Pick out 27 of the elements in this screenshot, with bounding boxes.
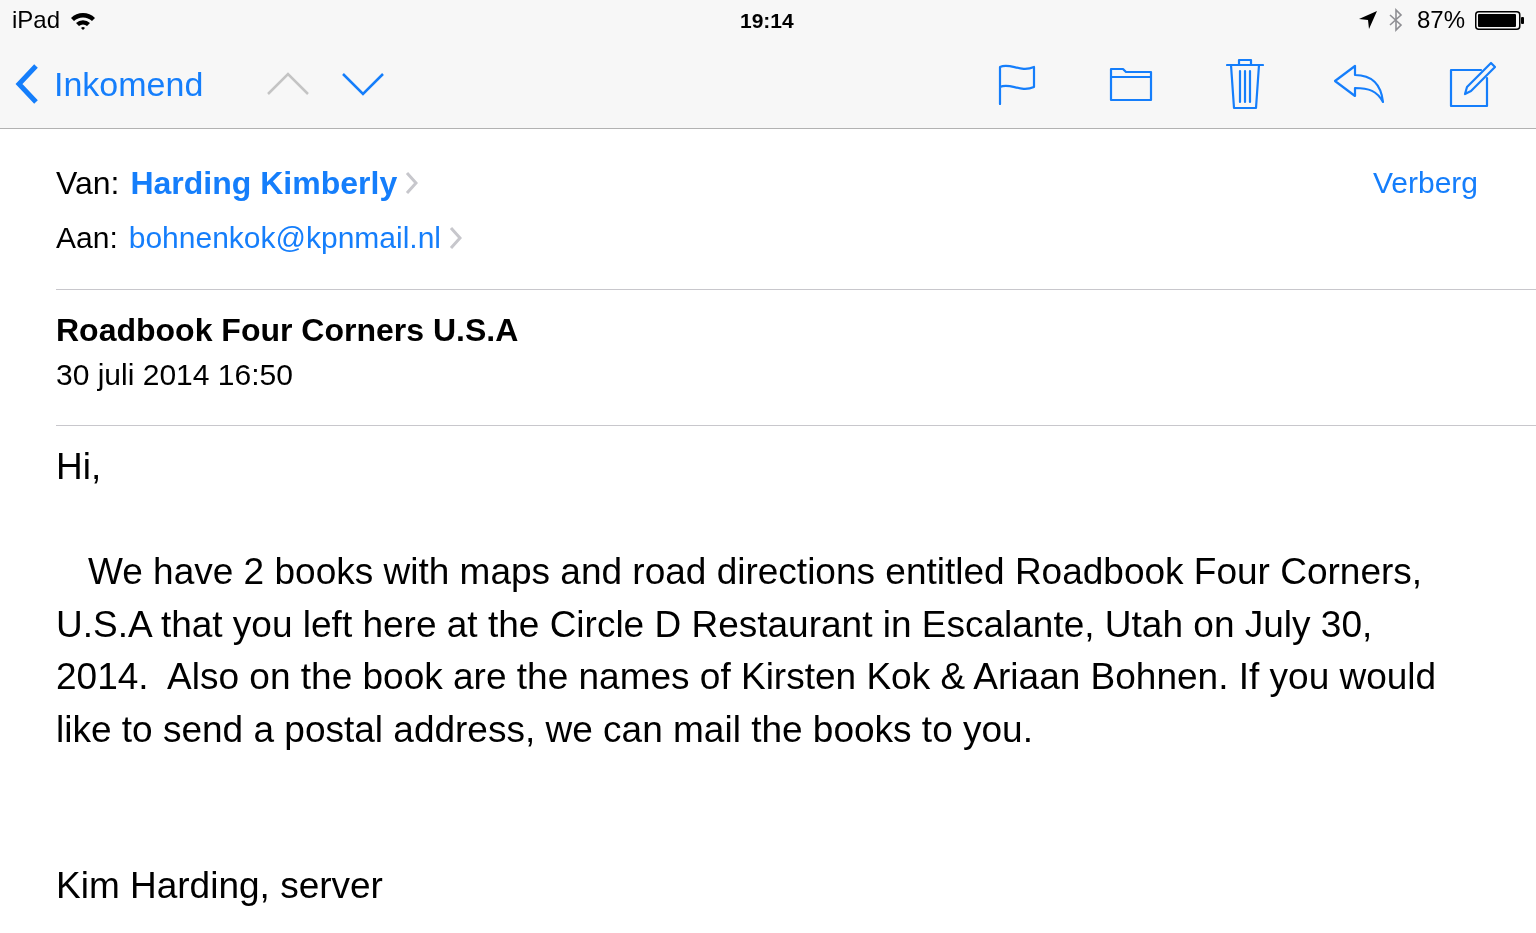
device-name: iPad [12, 8, 61, 32]
trash-icon [1226, 58, 1264, 110]
to-label: Aan: [56, 223, 118, 253]
message-date: 30 juli 2014 16:50 [56, 358, 293, 392]
chevron-right-icon [449, 226, 463, 250]
bluetooth-icon [1388, 8, 1403, 32]
folder-icon [1109, 66, 1153, 102]
chevron-up-icon [267, 72, 310, 96]
wifi-icon [70, 10, 97, 30]
flag-icon [998, 63, 1036, 105]
message-paragraph: We have 2 books with maps and road directions entitled Roadbook Four Corners, U.S.A that you left here at the Circle D Restaurant in Escalante, Utah on July 30, 2014. Also on the book are the names of Kirsten Kok & Ariaan Bohnen. If you would like to send a postal address, we can mail the books to you. [56, 550, 1438, 752]
signature-text: Kim Harding, server [56, 864, 383, 908]
recipient-link[interactable]: bohnenkok@kpnmail.nl [128, 223, 463, 253]
back-button[interactable]: Inkomend [12, 63, 208, 105]
message-subject: Roadbook Four Corners U.S.A [56, 311, 519, 350]
location-arrow-icon [1358, 11, 1377, 29]
battery-percent: 87% [1416, 8, 1465, 32]
greeting-text: Hi, [56, 445, 102, 489]
sender-link[interactable]: Harding Kimberly [130, 167, 419, 199]
compose-icon [1449, 60, 1497, 108]
chevron-down-icon [342, 72, 385, 96]
hide-details-button[interactable]: Verberg [1372, 168, 1478, 198]
clock-time: 19:14 [740, 9, 794, 31]
chevron-right-icon [405, 171, 419, 195]
battery-icon [1475, 10, 1524, 30]
reply-arrow-icon [1333, 64, 1385, 104]
from-label: Van: [56, 167, 120, 199]
